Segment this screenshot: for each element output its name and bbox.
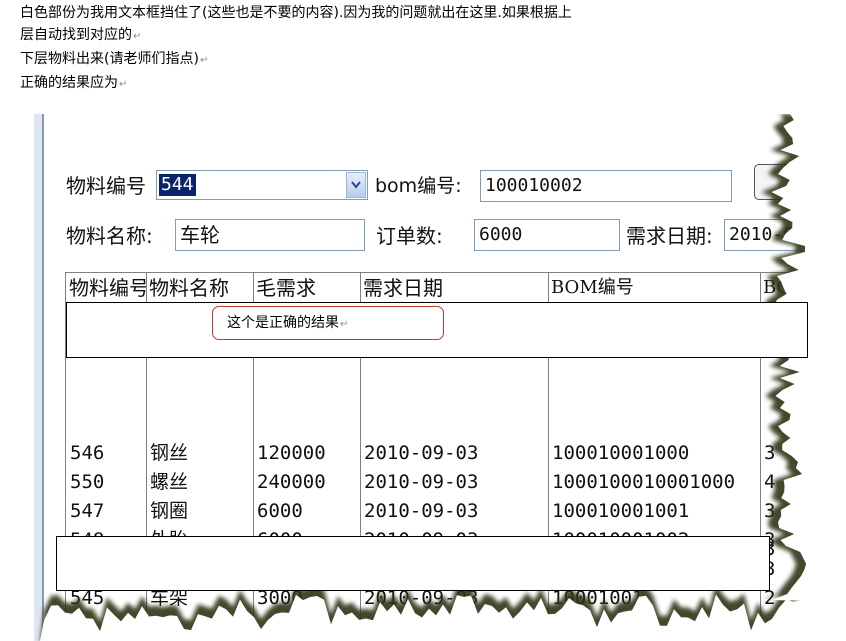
grid-cell[interactable]: 547	[66, 497, 146, 526]
bom-code-field[interactable]: 100010002	[480, 170, 732, 202]
return-mark-icon: ↵	[133, 31, 142, 42]
demand-date-field[interactable]: 2010-09-	[724, 219, 846, 251]
intro-line-2: 层自动找到对应的↵	[20, 27, 142, 43]
material-name-field[interactable]: 车轮	[175, 219, 365, 251]
grid-cell[interactable]: 546	[66, 439, 146, 468]
return-mark-icon: ↵	[340, 319, 349, 330]
order-qty-label: 订单数:	[376, 224, 443, 248]
grid-header-cell[interactable]: BOM编号	[548, 273, 760, 303]
grid-cell[interactable]: 2010-09-03	[360, 439, 548, 468]
grid-cell[interactable]: 240000	[253, 468, 360, 497]
grid-cell[interactable]: 100010001000	[548, 439, 760, 468]
grid-cell[interactable]: 6000	[253, 497, 360, 526]
grid-cell[interactable]: 1000100010001000	[548, 468, 760, 497]
callout-text: 这个是正确的结果	[227, 315, 339, 331]
grid-cell[interactable]: 钢丝	[146, 439, 253, 468]
material-code-label: 物料编号	[66, 174, 146, 198]
grid-cell[interactable]: 550	[66, 468, 146, 497]
intro-line-1: 白色部份为我用文本框挡住了(这些也是不要的内容).因为我的问题就出在这里.如果根…	[20, 5, 572, 21]
chevron-down-icon[interactable]	[346, 172, 366, 198]
bom-code-label: bom编号:	[375, 175, 462, 197]
grid-cell[interactable]: 2010-09-03	[360, 468, 548, 497]
material-name-label: 物料名称:	[66, 224, 153, 248]
demand-date-label: 需求日期:	[626, 224, 713, 248]
grid-cell[interactable]: 3	[760, 439, 846, 468]
grid-cell[interactable]: 螺丝	[146, 468, 253, 497]
grid-cell[interactable]: 120000	[253, 439, 360, 468]
grid-cell[interactable]: 2010-09-03	[360, 497, 548, 526]
material-code-value: 544	[159, 174, 196, 196]
order-qty-field[interactable]: 6000	[474, 219, 620, 251]
intro-text: 白色部份为我用文本框挡住了(这些也是不要的内容).因为我的问题就出在这里.如果根…	[20, 2, 820, 96]
grid-cell[interactable]: 3	[760, 497, 846, 526]
grid-cell[interactable]: 4	[760, 468, 846, 497]
material-code-combobox[interactable]: 544	[156, 170, 368, 200]
intro-line-3: 下层物料出来(请老师们指点)↵	[20, 51, 209, 67]
intro-line-4: 正确的结果应为↵	[20, 75, 128, 91]
grid-header-cell[interactable]: BOM等级	[760, 273, 846, 303]
return-mark-icon: ↵	[119, 79, 128, 90]
cover-textbox-bottom[interactable]	[56, 536, 770, 591]
query-button[interactable]	[754, 164, 816, 200]
window-left-border	[34, 114, 44, 641]
return-mark-icon: ↵	[199, 55, 209, 66]
grid-cell[interactable]: 100010001001	[548, 497, 760, 526]
grid-header-cell[interactable]: 物料编号	[66, 273, 146, 303]
grid-cell[interactable]: 钢圈	[146, 497, 253, 526]
grid-header-cell[interactable]: 需求日期	[360, 273, 548, 303]
grid-header-cell[interactable]: 物料名称	[146, 273, 253, 303]
result-callout: 这个是正确的结果↵	[212, 306, 444, 340]
grid-cell[interactable]: 2	[760, 584, 846, 613]
grid-header-cell[interactable]: 毛需求	[253, 273, 360, 303]
